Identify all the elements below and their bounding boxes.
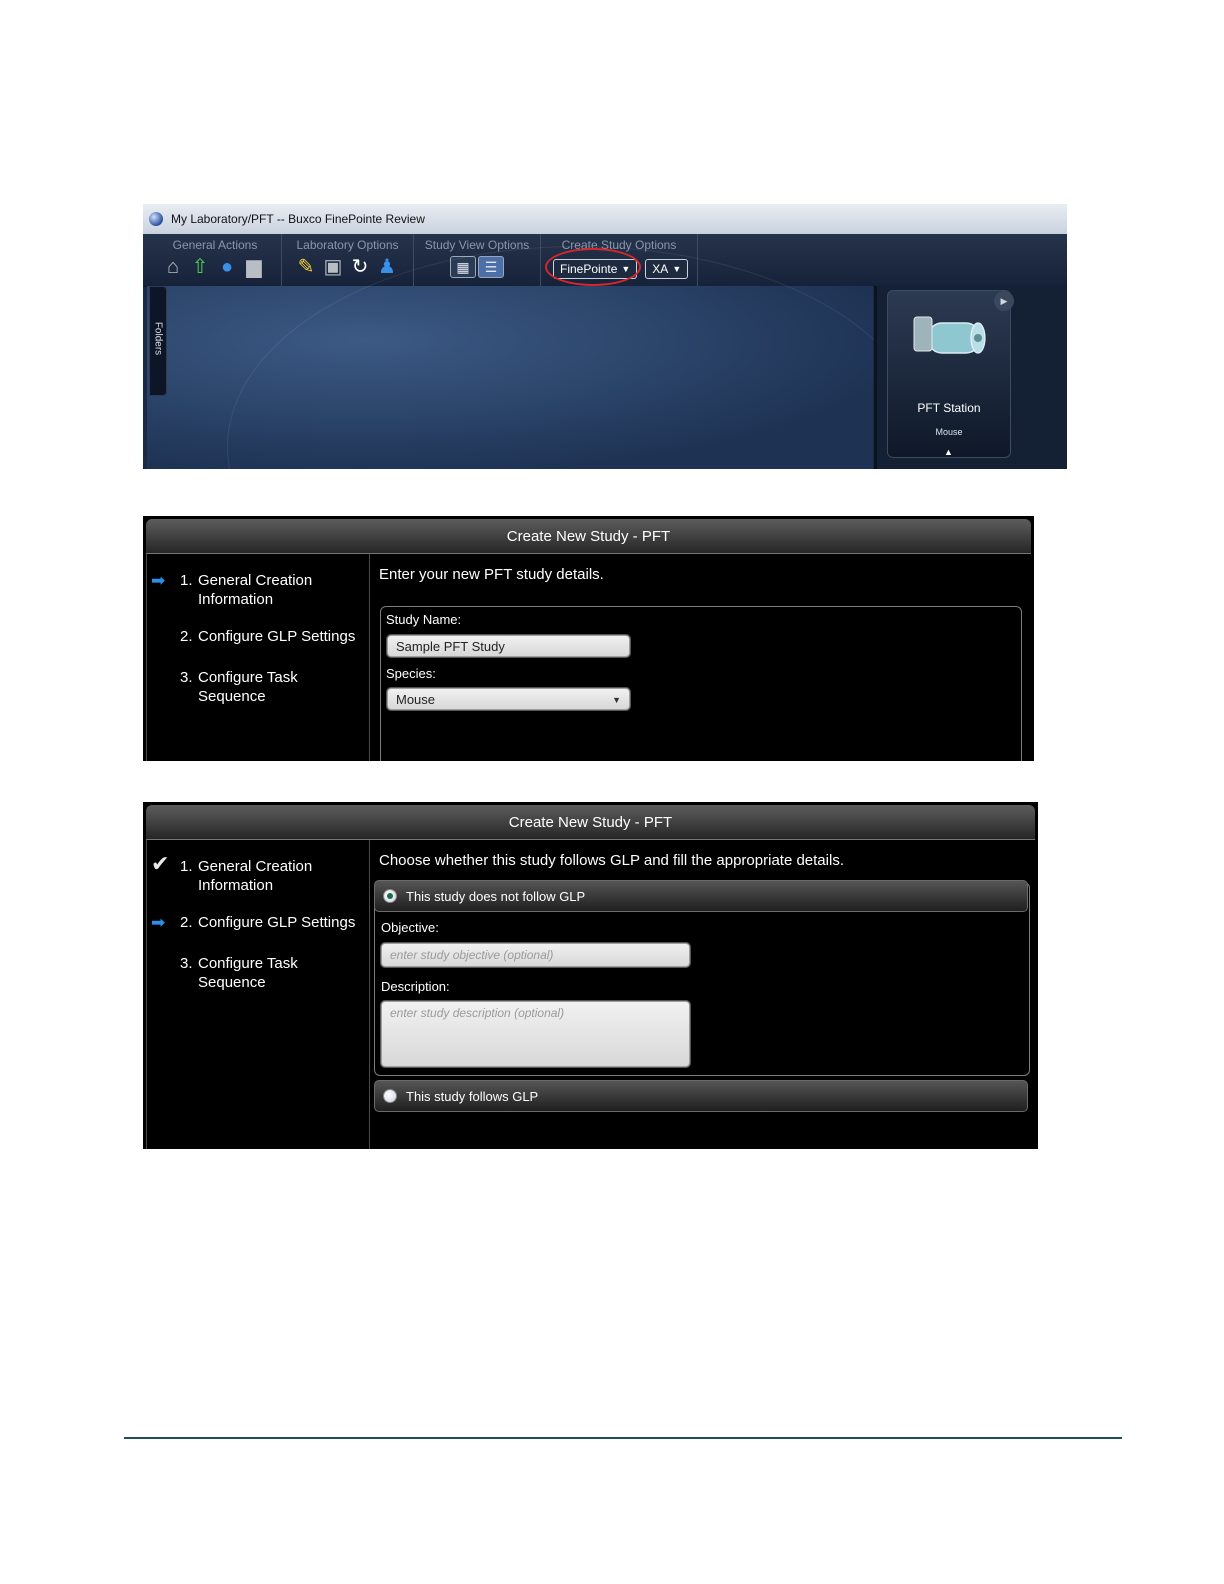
folders-label: Folders (152, 321, 164, 356)
step-number: 3. (180, 669, 193, 686)
step-label: General Creation Information (198, 572, 313, 608)
group-label: Laboratory Options (296, 238, 399, 252)
group-label: General Actions (172, 238, 258, 252)
station-panel: ▶ PFT Station Mouse ▲ (874, 286, 1067, 469)
study-name-input[interactable]: Sample PFT Study (387, 635, 630, 657)
expand-up-icon[interactable]: ▲ (944, 447, 953, 457)
species-value: Mouse (396, 692, 436, 707)
chat-bubble-icon[interactable]: ● (215, 255, 239, 279)
step-label: Configure GLP Settings (198, 914, 356, 931)
step-number: 1. (180, 572, 193, 589)
footer-divider (124, 1437, 1122, 1439)
pencil-icon[interactable]: ✎ (294, 255, 318, 279)
folders-tab[interactable]: Folders (149, 286, 167, 396)
objective-input[interactable]: enter study objective (optional) (381, 943, 690, 967)
app-icon (149, 212, 163, 226)
step-number: 2. (180, 914, 193, 931)
description-textarea[interactable]: enter study description (optional) (381, 1001, 690, 1067)
current-step-arrow-icon: ➡ (151, 913, 166, 932)
create-study-dialog-step2: Create New Study - PFT ✔ 1. General Crea… (143, 802, 1038, 1149)
objective-label: Objective: (381, 920, 439, 935)
station-species: Mouse (935, 427, 963, 437)
study-name-label: Study Name: (386, 612, 462, 627)
step-label: Configure GLP Settings (198, 628, 356, 645)
workspace-area (147, 246, 929, 469)
dialog-title: Create New Study - PFT (146, 805, 1035, 840)
intro-text: Choose whether this study follows GLP an… (379, 852, 844, 869)
pft-device-icon (913, 316, 986, 354)
radio-unselected-icon[interactable] (383, 1089, 397, 1103)
window-title: My Laboratory/PFT -- Buxco FinePointe Re… (171, 212, 425, 226)
chevron-down-icon: ▼ (612, 695, 621, 705)
option-label: This study follows GLP (406, 1089, 539, 1104)
species-label: Species: (386, 666, 436, 681)
glp-pane: Choose whether this study follows GLP an… (369, 840, 1035, 1149)
main-window: My Laboratory/PFT -- Buxco FinePointe Re… (143, 204, 1067, 469)
create-study-dialog-step1: Create New Study - PFT ➡ 1. General Crea… (143, 516, 1034, 761)
home-icon[interactable]: ⌂ (161, 255, 185, 279)
steps-pane: ✔ 1. General Creation Information ➡ 2. C… (146, 840, 370, 1149)
step-number: 3. (180, 955, 193, 972)
steps-pane: ➡ 1. General Creation Information 2. Con… (146, 554, 370, 761)
radio-selected-icon[interactable] (383, 889, 397, 903)
current-step-arrow-icon: ➡ (151, 571, 166, 590)
step-label: Configure Task Sequence (198, 955, 298, 991)
station-card[interactable]: ▶ PFT Station Mouse ▲ (887, 290, 1014, 458)
step-label: Configure Task Sequence (198, 669, 298, 705)
details-pane: Enter your new PFT study details. Study … (369, 554, 1031, 761)
title-bar: My Laboratory/PFT -- Buxco FinePointe Re… (143, 204, 1067, 234)
description-label: Description: (381, 979, 450, 994)
dialog-title: Create New Study - PFT (146, 519, 1031, 554)
step-number: 2. (180, 628, 193, 645)
group-general-actions: General Actions ⌂ ⇧ ● ▆ (149, 234, 282, 286)
species-select[interactable]: Mouse ▼ (387, 688, 630, 710)
up-arrow-icon[interactable]: ⇧ (188, 255, 212, 279)
step-label: General Creation Information (198, 858, 313, 894)
completed-check-icon: ✔ (151, 851, 170, 876)
play-icon[interactable]: ▶ (994, 291, 1014, 311)
option-follows-glp[interactable]: This study follows GLP (374, 1080, 1028, 1112)
option-label: This study does not follow GLP (406, 889, 586, 904)
intro-text: Enter your new PFT study details. (379, 566, 604, 583)
printer-icon[interactable]: ▆ (242, 255, 266, 279)
step-number: 1. (180, 858, 193, 875)
add-station-icon[interactable]: ▣ (321, 255, 345, 279)
refresh-icon[interactable]: ↻ (348, 255, 372, 279)
station-name: PFT Station (917, 401, 981, 415)
details-fieldset (380, 606, 1022, 761)
option-no-glp[interactable]: This study does not follow GLP (374, 880, 1028, 912)
